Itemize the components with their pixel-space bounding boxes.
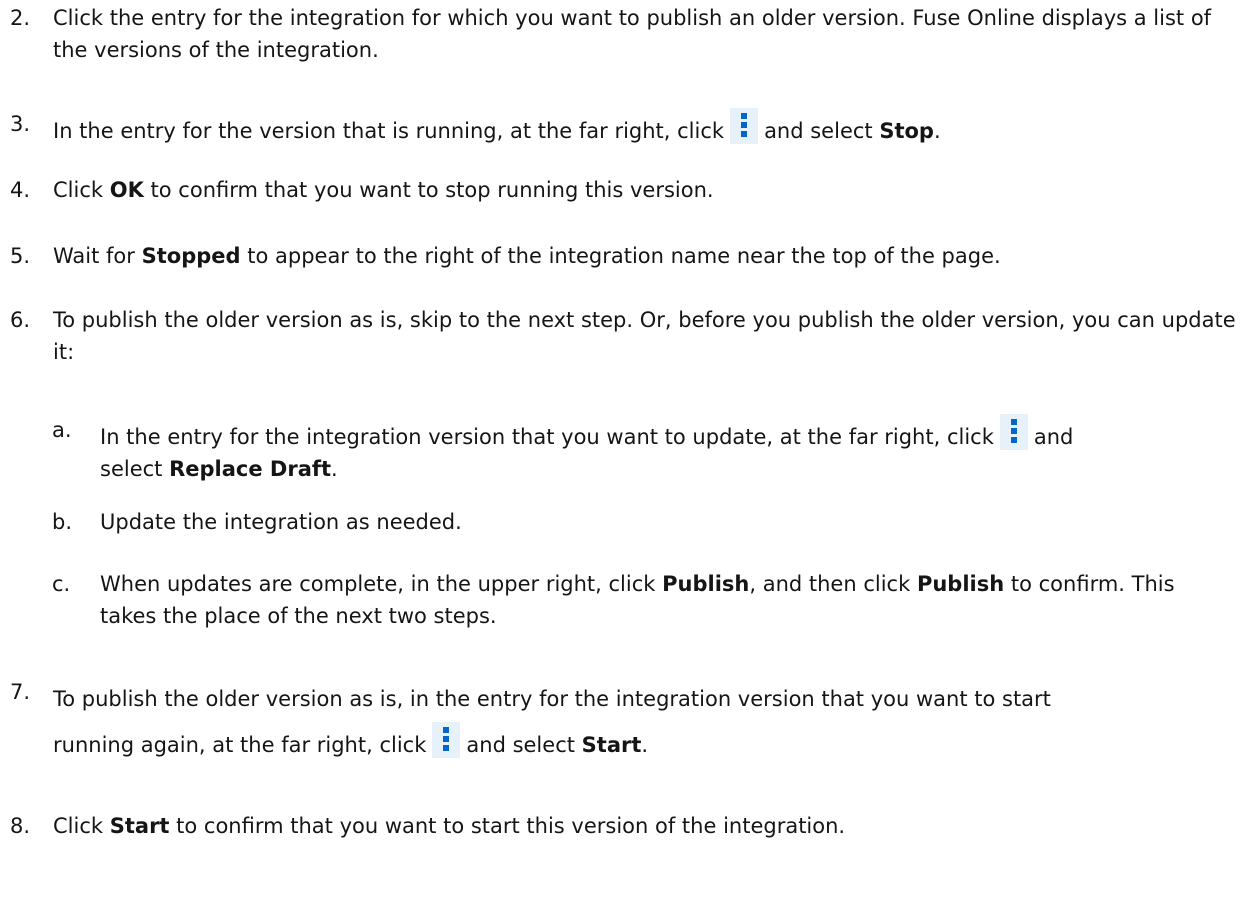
menu-option-stop: Stop <box>879 119 934 143</box>
button-label-start: Start <box>109 814 170 838</box>
step-number: 6. <box>10 308 31 332</box>
substep-letter: c. <box>52 572 71 596</box>
step-text: To publish the older version as is, skip… <box>53 308 1236 364</box>
substep-letter: b. <box>52 510 73 534</box>
step-text: Click the entry for the integration for … <box>53 6 1212 62</box>
step-number: 5. <box>10 244 31 268</box>
button-label-ok: OK <box>109 178 144 202</box>
step-text: Click OK to confirm that you want to sto… <box>53 178 714 202</box>
substep-text: In the entry for the integration version… <box>100 414 1240 485</box>
step-text: Click Start to confirm that you want to … <box>53 814 846 838</box>
menu-option-start: Start <box>581 733 642 757</box>
step-number: 7. <box>10 680 31 704</box>
substep-text: Update the integration as needed. <box>100 510 462 534</box>
status-stopped: Stopped <box>141 244 241 268</box>
button-label-publish: Publish <box>662 572 750 596</box>
kebab-menu-icon <box>730 108 759 144</box>
step-text: In the entry for the version that is run… <box>53 108 1243 147</box>
kebab-menu-icon <box>999 414 1028 450</box>
step-text: To publish the older version as is, in t… <box>53 687 1051 758</box>
step-number: 8. <box>10 814 31 838</box>
kebab-menu-icon <box>432 722 461 758</box>
button-label-publish-confirm: Publish <box>916 572 1005 596</box>
step-number: 2. <box>10 6 31 30</box>
step-text: Wait for Stopped to appear to the right … <box>53 244 1001 268</box>
step-number: 3. <box>10 112 31 136</box>
menu-option-replace-draft: Replace Draft <box>169 457 332 481</box>
substep-letter: a. <box>52 418 72 442</box>
step-number: 4. <box>10 178 31 202</box>
substep-text: When updates are complete, in the upper … <box>100 572 1175 628</box>
